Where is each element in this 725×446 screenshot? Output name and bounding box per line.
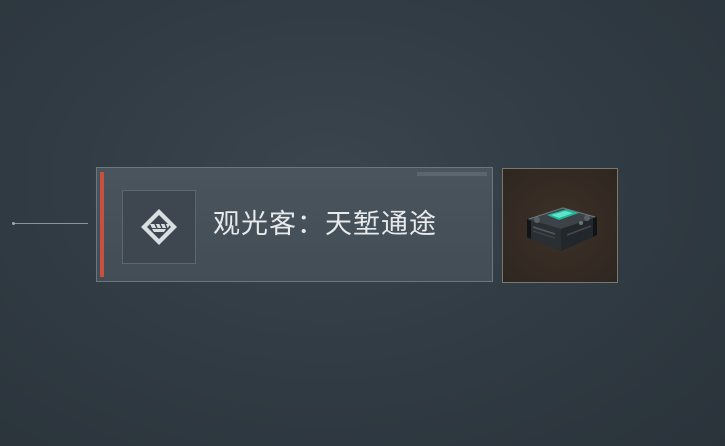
device-box-icon [527, 207, 597, 251]
diamond-emblem-icon [141, 209, 177, 245]
connector-line [12, 222, 88, 225]
panel-top-strip [417, 172, 487, 176]
achievement-badge [122, 190, 196, 264]
achievement-notification: 观光客：天堑通途 [96, 167, 493, 282]
accent-bar [100, 172, 104, 277]
achievement-title: 观光客：天堑通途 [213, 209, 437, 240]
reward-item-slot [502, 168, 618, 283]
